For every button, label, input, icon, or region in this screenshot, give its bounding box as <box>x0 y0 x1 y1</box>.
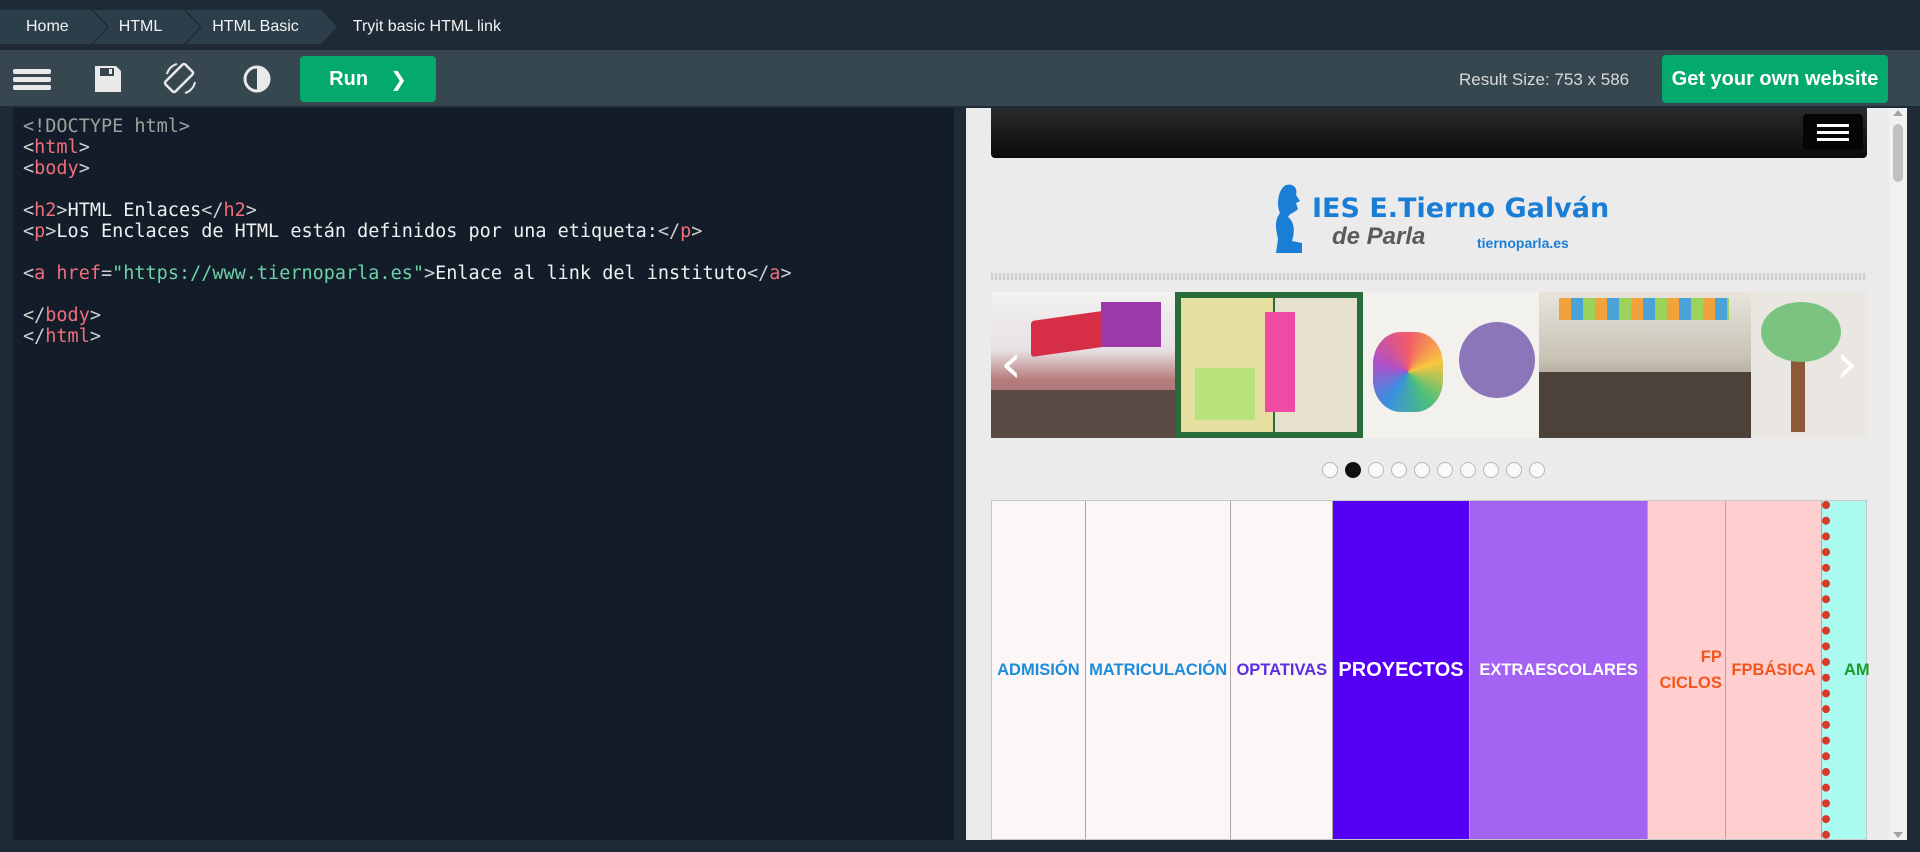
slider-dot[interactable] <box>1391 462 1407 478</box>
code-editor[interactable]: <!DOCTYPE html> <html> <body> <h2>HTML E… <box>13 108 954 840</box>
menu-item[interactable]: MATRICULACIÓN <box>1085 501 1232 839</box>
slider-dot[interactable] <box>1483 462 1499 478</box>
menu-item-label: EXTRAESCOLARES <box>1479 660 1638 679</box>
tag-name: body <box>45 305 90 326</box>
menu-item[interactable]: PROYECTOS <box>1333 501 1470 839</box>
image-slider[interactable]: ‹ › <box>991 292 1867 438</box>
slider-dot[interactable] <box>1414 462 1430 478</box>
code-text: Los Enclaces de HTML están definidos por… <box>56 221 658 242</box>
scrollbar[interactable] <box>1889 108 1907 840</box>
logo-title: IES E.Tierno Galván <box>1312 193 1610 224</box>
slider-dot[interactable] <box>1437 462 1453 478</box>
contrast-icon[interactable] <box>237 60 277 98</box>
menu-icon[interactable] <box>12 60 52 98</box>
tag-name: a <box>769 263 781 284</box>
code-line: <body> <box>23 158 90 179</box>
code-line: </body> <box>23 305 101 326</box>
doctype-text: <!DOCTYPE html> <box>23 116 191 137</box>
tag-name: p <box>34 221 46 242</box>
code-text: Enlace al link del instituto <box>435 263 748 284</box>
code-line: <html> <box>23 137 90 158</box>
menu-item[interactable]: FPBÁSICA <box>1726 501 1822 839</box>
slide-photo <box>1539 292 1751 438</box>
menu-item[interactable]: OPTATIVAS <box>1231 501 1334 839</box>
breadcrumb-html-basic[interactable]: HTML Basic <box>186 10 337 44</box>
code-line: <!DOCTYPE html> <box>23 116 954 137</box>
menu-item[interactable]: EXTRAESCOLARES <box>1469 501 1649 839</box>
run-button-label: Run <box>329 67 369 90</box>
get-your-own-website-button[interactable]: Get your own website <box>1662 55 1888 103</box>
tag-name: p <box>680 221 692 242</box>
slider-dot[interactable] <box>1460 462 1476 478</box>
breadcrumb-home[interactable]: Home <box>0 10 107 44</box>
chevron-right-icon[interactable]: › <box>1827 332 1867 396</box>
divider <box>991 273 1867 280</box>
menu-item-label: AM <box>1844 660 1870 679</box>
menu-item[interactable]: ADMISIÓN <box>992 501 1086 839</box>
code-line: <h2>HTML Enlaces</h2> <box>23 200 257 221</box>
attr-name: href <box>56 263 101 284</box>
save-icon[interactable] <box>88 60 128 98</box>
site-navbar <box>991 108 1867 158</box>
menu-item-label: MATRICULACIÓN <box>1089 660 1228 679</box>
toolbar: Run ❯ Get your own website <box>0 50 1920 106</box>
site-hamburger-icon[interactable] <box>1803 114 1863 150</box>
profile-silhouette-icon <box>1276 184 1302 253</box>
scroll-thumb[interactable] <box>1893 124 1903 182</box>
result-frame[interactable]: IES E.Tierno Galván de Parla tiernoparla… <box>966 108 1907 840</box>
menu-item-label: FPBÁSICA <box>1731 660 1816 679</box>
slider-dot[interactable] <box>1368 462 1384 478</box>
tag-name: a <box>34 263 46 284</box>
menu-item-label: OPTATIVAS <box>1236 660 1328 679</box>
code-line: <a href="https://www.tiernoparla.es">Enl… <box>23 263 792 284</box>
site-menu-table: ADMISIÓN MATRICULACIÓN OPTATIVAS PROYECTOS E… <box>991 500 1870 840</box>
breadcrumb-bar: Home HTML HTML Basic Tryit basic HTML li… <box>0 0 1920 50</box>
scroll-up-icon[interactable] <box>1893 110 1903 116</box>
school-logo[interactable]: IES E.Tierno Galván de Parla tiernoparla… <box>1272 183 1609 263</box>
tag-name: body <box>34 158 79 179</box>
rotate-screen-icon[interactable] <box>161 60 201 98</box>
attr-value: "https://www.tiernoparla.es" <box>112 263 424 284</box>
breadcrumb: Home HTML HTML Basic Tryit basic HTML li… <box>0 10 525 44</box>
code-text: HTML Enlaces <box>67 200 202 221</box>
breadcrumb-current: Tryit basic HTML link <box>322 10 523 44</box>
run-button[interactable]: Run ❯ <box>300 56 436 102</box>
slider-dot[interactable] <box>1529 462 1545 478</box>
result-size-label: Result Size: 753 x 586 <box>1459 70 1630 89</box>
menu-item[interactable]: AM <box>1822 501 1870 839</box>
slide-photo <box>1363 292 1539 438</box>
chevron-right-icon: ❯ <box>390 68 407 91</box>
tag-name: html <box>45 326 90 347</box>
code-line: </html> <box>23 326 101 347</box>
slider-dot[interactable] <box>1322 462 1338 478</box>
slider-dot[interactable] <box>1345 462 1361 478</box>
logo-subtitle: de Parla <box>1332 223 1426 250</box>
menu-item[interactable]: FP CICLOS <box>1648 501 1727 839</box>
slider-dots <box>1322 462 1545 478</box>
menu-item-label: PROYECTOS <box>1338 658 1464 681</box>
menu-item-label: FP CICLOS <box>1659 648 1722 692</box>
menu-item-label: ADMISIÓN <box>997 660 1080 679</box>
chevron-left-icon[interactable]: ‹ <box>991 332 1031 396</box>
tag-name: h2 <box>34 200 57 221</box>
slide-photo <box>1175 292 1363 438</box>
code-line: <p>Los Enclaces de HTML están definidos … <box>23 221 703 242</box>
tag-name: html <box>34 137 79 158</box>
slider-dot[interactable] <box>1506 462 1522 478</box>
tag-name: h2 <box>223 200 246 221</box>
scroll-down-icon[interactable] <box>1893 832 1903 838</box>
logo-url: tiernoparla.es <box>1477 235 1569 251</box>
